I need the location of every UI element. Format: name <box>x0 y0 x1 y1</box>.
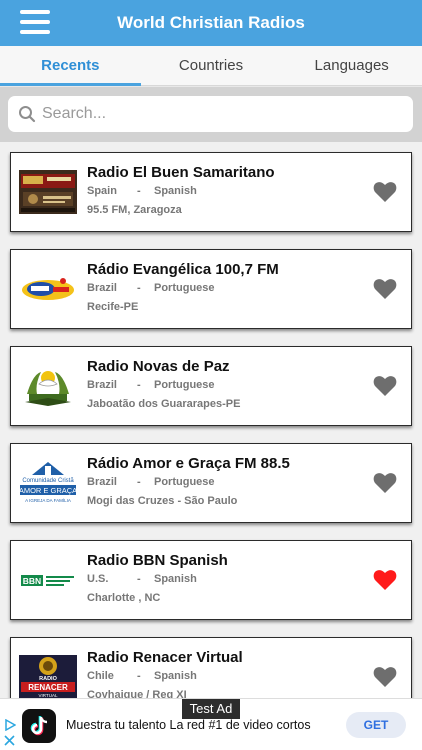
logo-text-radio: RADIO <box>39 676 57 682</box>
search-icon <box>12 105 42 123</box>
station-list[interactable]: Radio El Buen Samaritano Spain - Spanish… <box>0 142 422 698</box>
radio-evangelica-logo <box>19 267 77 311</box>
station-meta: Brazil - Portuguese <box>87 282 215 294</box>
renacer-virtual-logo: RADIO RENACER VIRTUAL <box>19 655 77 698</box>
search-box <box>8 96 413 132</box>
station-card[interactable]: RADIO RENACER VIRTUAL Radio Renacer Virt… <box>10 637 412 698</box>
station-name: Radio Novas de Paz <box>87 358 230 375</box>
station-country: Brazil <box>87 379 117 391</box>
logo-text-community: Comunidade Cristã <box>22 478 74 484</box>
station-language: Portuguese <box>154 282 215 294</box>
station-meta: Brazil - Portuguese <box>87 476 215 488</box>
ad-close-icon[interactable] <box>4 735 15 746</box>
logo-text-name: AMOR E GRAÇA <box>19 486 77 495</box>
station-country: Brazil <box>87 282 117 294</box>
ad-text[interactable]: Muestra tu talento La red #1 de video co… <box>66 718 311 732</box>
station-card[interactable]: Rádio Evangélica 100,7 FM Brazil - Portu… <box>10 249 412 329</box>
tiktok-app-icon[interactable] <box>22 709 56 743</box>
station-language: Portuguese <box>154 476 215 488</box>
station-country: Chile <box>87 670 114 682</box>
novas-de-paz-logo <box>19 364 77 408</box>
meta-separator: - <box>137 379 141 391</box>
bbn-logo: BBN <box>19 558 77 602</box>
meta-separator: - <box>137 185 141 197</box>
tab-countries[interactable]: Countries <box>141 46 282 85</box>
station-name: Rádio Evangélica 100,7 FM <box>87 261 279 278</box>
tab-languages[interactable]: Languages <box>281 46 422 85</box>
station-location: Charlotte , NC <box>87 592 161 604</box>
app-title: World Christian Radios <box>117 13 305 32</box>
tab-recents[interactable]: Recents <box>0 46 141 86</box>
station-country: Brazil <box>87 476 117 488</box>
station-language: Spanish <box>154 573 197 585</box>
el-buen-samaritano-logo <box>19 170 77 214</box>
station-location: Mogi das Cruzes - São Paulo <box>87 495 238 507</box>
app-header: World Christian Radios <box>0 0 422 46</box>
meta-separator: - <box>137 282 141 294</box>
station-location: Jaboatão dos Guararapes-PE <box>87 398 241 410</box>
station-name: Radio Renacer Virtual <box>87 649 243 666</box>
favorite-heart-icon[interactable] <box>373 472 397 494</box>
logo-text-bbn: BBN <box>23 576 41 586</box>
amor-e-graca-logo: Comunidade Cristã AMOR E GRAÇA A IGREJA … <box>19 461 77 505</box>
station-language: Spanish <box>154 670 197 682</box>
favorite-heart-icon[interactable] <box>373 666 397 688</box>
search-bar <box>0 87 422 142</box>
station-card[interactable]: BBN Radio BBN Spanish U.S. - Spanish Cha… <box>10 540 412 620</box>
station-name: Radio BBN Spanish <box>87 552 228 569</box>
favorite-heart-icon[interactable] <box>373 278 397 300</box>
station-meta: Brazil - Portuguese <box>87 379 215 391</box>
station-location: Recife-PE <box>87 301 139 313</box>
logo-text-tagline: A IGREJA DA FAMÍLIA <box>25 497 71 503</box>
station-language: Spanish <box>154 185 197 197</box>
station-location: Coyhaique / Reg XI <box>87 689 187 698</box>
favorite-heart-icon-active[interactable] <box>373 569 397 591</box>
station-card[interactable]: Radio Novas de Paz Brazil - Portuguese J… <box>10 346 412 426</box>
station-country: U.S. <box>87 573 109 585</box>
station-meta: Spain - Spanish <box>87 185 197 197</box>
meta-separator: - <box>137 476 141 488</box>
station-location: 95.5 FM, Zaragoza <box>87 204 182 216</box>
station-card[interactable]: Radio El Buen Samaritano Spain - Spanish… <box>10 152 412 232</box>
station-country: Spain <box>87 185 117 197</box>
meta-separator: - <box>137 573 141 585</box>
favorite-heart-icon[interactable] <box>373 375 397 397</box>
ad-get-button[interactable]: GET <box>346 712 406 738</box>
station-language: Portuguese <box>154 379 215 391</box>
station-name: Radio El Buen Samaritano <box>87 164 275 181</box>
station-name: Rádio Amor e Graça FM 88.5 <box>87 455 290 472</box>
station-card[interactable]: Comunidade Cristã AMOR E GRAÇA A IGREJA … <box>10 443 412 523</box>
station-meta: U.S. - Spanish <box>87 573 197 585</box>
station-meta: Chile - Spanish <box>87 670 197 682</box>
tab-bar: Recents Countries Languages <box>0 46 422 86</box>
test-ad-label: Test Ad <box>182 699 240 719</box>
search-input[interactable] <box>42 105 392 123</box>
meta-separator: - <box>137 670 141 682</box>
favorite-heart-icon[interactable] <box>373 181 397 203</box>
ad-choices-play-icon[interactable] <box>4 719 16 731</box>
logo-text-renacer: RENACER <box>28 683 68 692</box>
